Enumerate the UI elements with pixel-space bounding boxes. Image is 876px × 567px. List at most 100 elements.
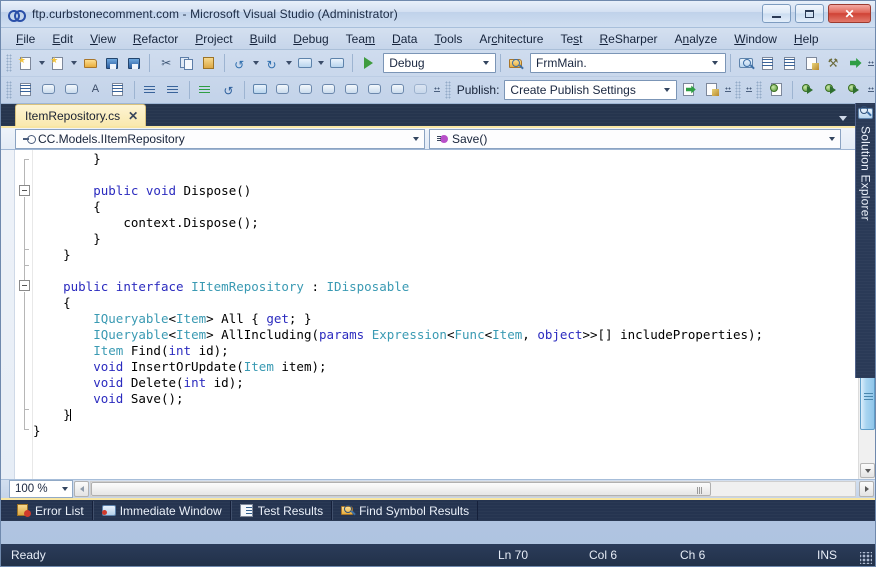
tab-close-icon[interactable]: ✕ bbox=[128, 109, 138, 123]
copy-button[interactable] bbox=[176, 52, 198, 74]
edit-publish-settings-button[interactable] bbox=[700, 79, 723, 101]
increase-indent-button[interactable] bbox=[162, 79, 185, 101]
maximize-button[interactable] bbox=[795, 4, 824, 23]
menu-item-build[interactable]: Build bbox=[242, 30, 286, 48]
tab-itemrepository-cs[interactable]: ItemRepository.cs ✕ bbox=[15, 104, 147, 126]
menu-item-help[interactable]: Help bbox=[786, 30, 828, 48]
error-list-button[interactable]: ⚒ bbox=[823, 52, 845, 74]
toolbar-grip[interactable] bbox=[735, 80, 742, 99]
close-button[interactable]: ✕ bbox=[828, 4, 871, 23]
chevron-down-icon[interactable] bbox=[824, 137, 840, 141]
cut-button[interactable]: ✂ bbox=[154, 52, 176, 74]
publish-now-button[interactable] bbox=[845, 52, 867, 74]
menu-item-data[interactable]: Data bbox=[384, 30, 426, 48]
chevron-down-icon[interactable] bbox=[708, 61, 723, 65]
navigate-backward-button[interactable] bbox=[294, 52, 316, 74]
toolbar-grip[interactable] bbox=[756, 80, 763, 99]
navigate-forward-button[interactable] bbox=[326, 52, 348, 74]
start-debugging-button[interactable] bbox=[357, 52, 379, 74]
tool-tab-test-results[interactable]: Test Results bbox=[230, 501, 333, 520]
run-unit-tests-1-button[interactable] bbox=[797, 79, 820, 101]
toggle-bookmark-button[interactable] bbox=[249, 79, 272, 101]
object-browser-button[interactable] bbox=[779, 52, 801, 74]
clear-bookmarks-button[interactable] bbox=[410, 79, 433, 101]
display-views-button[interactable] bbox=[15, 79, 38, 101]
solution-configuration-combo[interactable]: Debug bbox=[383, 53, 497, 73]
open-file-button[interactable] bbox=[80, 52, 102, 74]
redo-dropdown-icon[interactable] bbox=[283, 52, 293, 74]
toolbar-overflow-button[interactable] bbox=[744, 79, 753, 101]
menu-item-architecture[interactable]: Architecture bbox=[471, 30, 552, 48]
menu-item-view[interactable]: View bbox=[82, 30, 125, 48]
chevron-down-icon[interactable] bbox=[478, 61, 493, 65]
comment-out-button[interactable] bbox=[194, 79, 217, 101]
run-unit-tests-3-button[interactable] bbox=[843, 79, 866, 101]
find-in-files-button[interactable] bbox=[505, 52, 527, 74]
menu-item-resharper[interactable]: ReSharper bbox=[591, 30, 666, 48]
scroll-down-button[interactable] bbox=[860, 463, 875, 478]
zoom-level-combo[interactable]: 100 % bbox=[9, 480, 73, 498]
fold-toggle-dispose[interactable] bbox=[19, 185, 30, 196]
horizontal-scroll-thumb[interactable] bbox=[91, 482, 711, 496]
menu-item-tools[interactable]: Tools bbox=[426, 30, 471, 48]
tool-tab-find-symbol-results[interactable]: Find Symbol Results bbox=[332, 501, 479, 520]
toolbar-overflow-button[interactable] bbox=[867, 52, 876, 74]
properties-window-button[interactable] bbox=[757, 52, 779, 74]
publish-settings-combo[interactable]: Create Publish Settings bbox=[504, 79, 678, 100]
fold-toggle-interface[interactable] bbox=[19, 280, 30, 291]
menu-item-analyze[interactable]: Analyze bbox=[667, 30, 727, 48]
find-combo[interactable]: FrmMain. bbox=[530, 53, 726, 73]
toolbar-overflow-button[interactable] bbox=[433, 79, 442, 101]
tool-tab-immediate-window[interactable]: Immediate Window bbox=[92, 501, 231, 520]
add-new-item-button[interactable]: ★ bbox=[47, 52, 69, 74]
previous-bookmark-document-button[interactable] bbox=[364, 79, 387, 101]
horizontal-scroll-track[interactable] bbox=[90, 481, 856, 497]
navigate-backward-dropdown-icon[interactable] bbox=[316, 52, 326, 74]
publish-website-button[interactable] bbox=[677, 79, 700, 101]
decrease-indent-button[interactable] bbox=[139, 79, 162, 101]
add-new-item-dropdown-icon[interactable] bbox=[69, 52, 79, 74]
new-project-dropdown-icon[interactable] bbox=[37, 52, 47, 74]
code-text-area[interactable]: } public void Dispose() { context.Dispos… bbox=[33, 150, 858, 479]
save-all-button[interactable] bbox=[123, 52, 145, 74]
toolbar-grip[interactable] bbox=[6, 54, 12, 72]
toolbar-grip[interactable] bbox=[6, 80, 12, 99]
toolbox-button[interactable] bbox=[801, 52, 823, 74]
chevron-down-icon[interactable] bbox=[58, 487, 72, 491]
new-project-button[interactable]: ★ bbox=[15, 52, 37, 74]
indicator-margin[interactable] bbox=[1, 150, 15, 479]
minimize-button[interactable] bbox=[762, 4, 791, 23]
tool-tab-error-list[interactable]: Error List bbox=[9, 501, 93, 520]
menu-item-edit[interactable]: Edit bbox=[44, 30, 82, 48]
check-in-button[interactable] bbox=[38, 79, 61, 101]
member-navigation-combo[interactable]: Save() bbox=[429, 128, 841, 149]
undo-dropdown-icon[interactable] bbox=[251, 52, 261, 74]
save-button[interactable] bbox=[102, 52, 124, 74]
next-bookmark-folder-button[interactable] bbox=[341, 79, 364, 101]
scroll-left-button[interactable] bbox=[74, 481, 89, 497]
undo-checkout-button[interactable] bbox=[61, 79, 84, 101]
active-files-dropdown-icon[interactable] bbox=[839, 116, 847, 121]
uncomment-button[interactable]: ↺ bbox=[217, 79, 240, 101]
toolbar-overflow-button[interactable] bbox=[723, 79, 732, 101]
toolbar-overflow-button[interactable] bbox=[866, 79, 875, 101]
chevron-down-icon[interactable] bbox=[408, 137, 424, 141]
menu-item-debug[interactable]: Debug bbox=[285, 30, 337, 48]
outlining-margin[interactable] bbox=[15, 150, 33, 479]
next-bookmark-document-button[interactable] bbox=[387, 79, 410, 101]
menu-item-window[interactable]: Window bbox=[726, 30, 786, 48]
redo-button[interactable]: ↻ bbox=[262, 52, 284, 74]
paste-button[interactable] bbox=[198, 52, 220, 74]
previous-bookmark-folder-button[interactable] bbox=[318, 79, 341, 101]
run-tests-button[interactable] bbox=[765, 79, 788, 101]
chevron-down-icon[interactable] bbox=[659, 88, 674, 92]
next-bookmark-button[interactable] bbox=[295, 79, 318, 101]
menu-item-refactor[interactable]: Refactor bbox=[125, 30, 187, 48]
menu-item-test[interactable]: Test bbox=[552, 30, 591, 48]
scroll-right-button[interactable] bbox=[859, 481, 874, 497]
menu-item-project[interactable]: Project bbox=[187, 30, 241, 48]
run-unit-tests-2-button[interactable] bbox=[820, 79, 843, 101]
toggle-word-wrap-button[interactable]: A bbox=[84, 79, 107, 101]
resize-grip-icon[interactable] bbox=[860, 552, 872, 564]
menu-item-team[interactable]: Team bbox=[338, 30, 384, 48]
